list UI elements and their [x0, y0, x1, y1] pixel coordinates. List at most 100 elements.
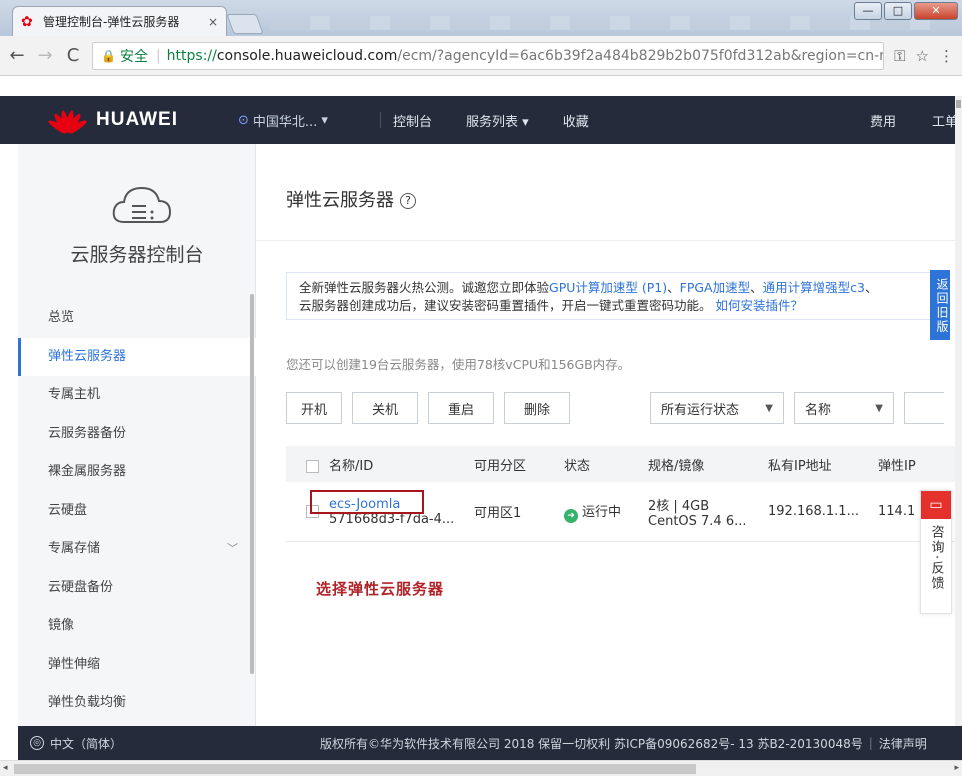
sidebar-item-load-balancer[interactable]: 弹性负载均衡: [18, 684, 256, 723]
sidebar: 云服务器控制台 总览 弹性云服务器 专属主机 云服务器备份 裸金属服务器 云硬盘…: [18, 144, 256, 726]
sidebar-item-dedicated-storage[interactable]: 专属存储 ﹀: [18, 530, 256, 569]
page-title-text: 弹性云服务器: [286, 190, 394, 211]
notice-line-2: 云服务器创建成功后，建议安装密码重置插件，开启一键式重置密码功能。 如何安装插件…: [299, 297, 918, 315]
top-navigation: HUAWEI ⊙ 中国华北... ▾ 控制台 服务列表 ▾ 收藏 费用 工单: [0, 96, 962, 144]
url-separator: |: [155, 47, 161, 64]
restart-button[interactable]: 重启: [428, 392, 494, 424]
header-status: 状态: [564, 458, 591, 474]
footer-left-margin: [0, 726, 18, 760]
page-title: 弹性云服务器?: [286, 186, 416, 212]
nav-service-list-label: 服务列表: [466, 114, 519, 130]
nav-billing[interactable]: 费用: [870, 111, 896, 130]
annotation-text: 选择弹性云服务器: [316, 580, 445, 598]
footer-separator: |: [868, 736, 873, 750]
page-vertical-scrollbar[interactable]: [955, 96, 962, 726]
sidebar-item-disk[interactable]: 云硬盘: [18, 492, 256, 531]
sidebar-item-disk-backup[interactable]: 云硬盘备份: [18, 569, 256, 608]
sidebar-item-image[interactable]: 镜像: [18, 607, 256, 646]
notice-link-c3[interactable]: 通用计算增强型c3: [763, 280, 865, 295]
region-selector[interactable]: ⊙ 中国华北... ▾: [238, 111, 368, 130]
url-host: console.huaweicloud.com: [216, 47, 398, 64]
tab-close-icon[interactable]: ×: [208, 15, 218, 29]
sidebar-item-overview[interactable]: 总览: [18, 299, 256, 338]
scroll-thumb[interactable]: [14, 764, 696, 774]
sidebar-item-server-backup[interactable]: 云服务器备份: [18, 415, 256, 454]
filter-bar: 所有运行状态 ▼ 名称 ▼: [650, 392, 944, 424]
field-filter-select[interactable]: 名称 ▼: [794, 392, 894, 424]
address-bar: ← → C 🔒 安全 | https://console.huaweicloud…: [0, 36, 962, 76]
delete-button[interactable]: 删除: [504, 392, 570, 424]
select-all-checkbox[interactable]: [306, 459, 319, 473]
back-arrow-icon[interactable]: ←: [8, 45, 26, 66]
main-content: 弹性云服务器? 全新弹性云服务器火热公测。诚邀您立即体验GPU计算加速型 (P1…: [256, 144, 962, 726]
caret-down-icon: ▼: [875, 402, 883, 414]
notice-link-plugin[interactable]: 如何安装插件？: [716, 298, 804, 313]
sidebar-scrollbar[interactable]: [250, 294, 254, 674]
scroll-right-arrow-icon[interactable]: ▸: [954, 763, 959, 773]
browser-titlebar: ✿ 管理控制台-弹性云服务器 × — □ ✕: [0, 0, 962, 36]
spec-text: 2核 | 4GB: [648, 498, 710, 514]
nav-right: 费用 工单: [870, 96, 962, 144]
feedback-widget[interactable]: ▭ 咨询·反馈: [920, 490, 952, 614]
header-name: 名称/ID: [286, 455, 466, 474]
sidebar-item-dedicated-host[interactable]: 专属主机: [18, 376, 256, 415]
key-icon[interactable]: ⚿: [894, 47, 905, 65]
minimize-button[interactable]: —: [854, 2, 882, 20]
nav-divider: [380, 112, 381, 128]
back-to-old-version-button[interactable]: 返回旧版: [930, 270, 950, 340]
reload-icon[interactable]: C: [64, 45, 82, 66]
language-selector[interactable]: ◎ 中文（简体）: [30, 735, 320, 752]
start-button[interactable]: 开机: [286, 392, 342, 424]
sidebar-item-auto-scaling[interactable]: 弹性伸缩: [18, 646, 256, 685]
chevron-down-icon: ﹀: [227, 542, 238, 555]
language-label: 中文（简体）: [50, 736, 123, 751]
stop-button[interactable]: 关机: [352, 392, 418, 424]
huawei-favicon-icon: ✿: [21, 13, 33, 30]
sidebar-item-bare-metal[interactable]: 裸金属服务器: [18, 453, 256, 492]
help-icon[interactable]: ?: [400, 193, 416, 209]
status-filter-value: 所有运行状态: [661, 402, 740, 418]
action-toolbar: 开机 关机 重启 删除: [286, 392, 570, 424]
notice-text: 全新弹性云服务器火热公测。诚邀您立即体验: [299, 280, 550, 295]
tab-title: 管理控制台-弹性云服务器: [43, 15, 180, 29]
star-icon[interactable]: ☆: [916, 47, 929, 65]
maximize-button[interactable]: □: [884, 2, 912, 20]
footer: ◎ 中文（简体） 版权所有©华为软件技术有限公司 2018 保留一切权利 苏IC…: [18, 726, 962, 760]
search-input[interactable]: [904, 392, 944, 424]
notice-separator: 、: [667, 280, 680, 295]
content-top-gap: [0, 76, 962, 96]
copyright-text: 版权所有©华为软件技术有限公司 2018 保留一切权利 苏ICP备0906268…: [320, 736, 863, 751]
window-close-button[interactable]: ✕: [914, 2, 958, 20]
page-horizontal-scrollbar[interactable]: ◂ ▸: [0, 760, 962, 776]
nav-favorites[interactable]: 收藏: [563, 111, 589, 130]
browser-tab[interactable]: ✿ 管理控制台-弹性云服务器 ×: [12, 6, 227, 36]
sidebar-title: 云服务器控制台: [70, 244, 204, 266]
status-filter-select[interactable]: 所有运行状态 ▼: [650, 392, 784, 424]
title-divider: [256, 240, 962, 241]
header-spec: 规格/镜像: [648, 458, 705, 474]
legal-link[interactable]: 法律声明: [879, 735, 927, 752]
cell-private-ip: 192.168.1.1...: [768, 504, 859, 519]
notice-separator: 、: [864, 280, 878, 295]
scroll-left-arrow-icon[interactable]: ◂: [3, 763, 8, 773]
status-text: 运行中: [582, 504, 622, 520]
huawei-logo[interactable]: HUAWEI: [46, 108, 238, 136]
quota-text: 您还可以创建19台云服务器，使用78核vCPU和156GB内存。: [286, 357, 631, 372]
location-pin-icon: ⊙: [238, 112, 249, 128]
running-status-icon: ➜: [564, 508, 578, 523]
nav-service-list[interactable]: 服务列表 ▾: [466, 111, 529, 130]
url-field[interactable]: 🔒 安全 | https://console.huaweicloud.com/e…: [92, 41, 885, 70]
sidebar-item-ecs[interactable]: 弹性云服务器: [18, 337, 256, 376]
nav-console[interactable]: 控制台: [393, 111, 432, 130]
new-tab-button[interactable]: [226, 14, 264, 34]
notice-link-fpga[interactable]: FPGA加速型: [680, 280, 750, 295]
lock-icon: 🔒: [101, 48, 116, 63]
notice-banner: 全新弹性云服务器火热公测。诚邀您立即体验GPU计算加速型 (P1)、FPGA加速…: [286, 272, 931, 320]
notice-link-gpu[interactable]: GPU计算加速型 (P1): [549, 280, 667, 295]
notice-line-1: 全新弹性云服务器火热公测。诚邀您立即体验GPU计算加速型 (P1)、FPGA加速…: [299, 279, 918, 297]
menu-dots-icon[interactable]: ⋮: [939, 47, 954, 65]
forward-arrow-icon[interactable]: →: [36, 45, 54, 66]
header-name-label: 名称/ID: [329, 458, 374, 474]
chat-icon: ▭: [921, 491, 951, 519]
field-filter-value: 名称: [805, 402, 832, 418]
